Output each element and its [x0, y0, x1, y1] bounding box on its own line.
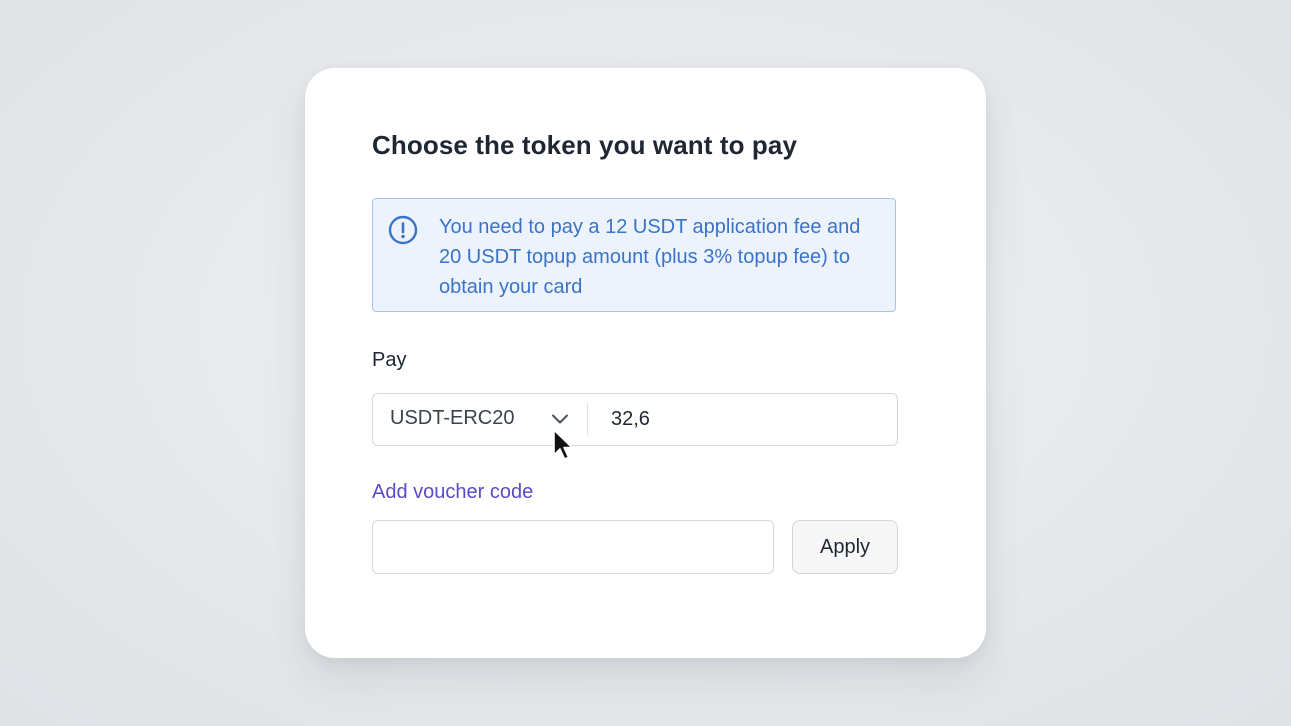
- field-divider: [587, 403, 588, 435]
- exclamation-circle-icon: [388, 215, 418, 245]
- info-notice: You need to pay a 12 USDT application fe…: [372, 198, 896, 312]
- token-select[interactable]: USDT-ERC20: [373, 394, 587, 444]
- add-voucher-link[interactable]: Add voucher code: [372, 481, 533, 504]
- apply-button[interactable]: Apply: [792, 520, 898, 574]
- pay-label: Pay: [372, 349, 407, 371]
- chevron-down-icon: [552, 414, 568, 424]
- pay-field-group: USDT-ERC20: [372, 393, 901, 446]
- token-select-value: USDT-ERC20: [390, 407, 515, 429]
- voucher-code-input[interactable]: [372, 520, 774, 574]
- amount-input[interactable]: [597, 399, 901, 439]
- payment-dialog: Choose the token you want to pay You nee…: [305, 68, 986, 658]
- dialog-title: Choose the token you want to pay: [372, 130, 798, 160]
- notice-text: You need to pay a 12 USDT application fe…: [439, 216, 861, 298]
